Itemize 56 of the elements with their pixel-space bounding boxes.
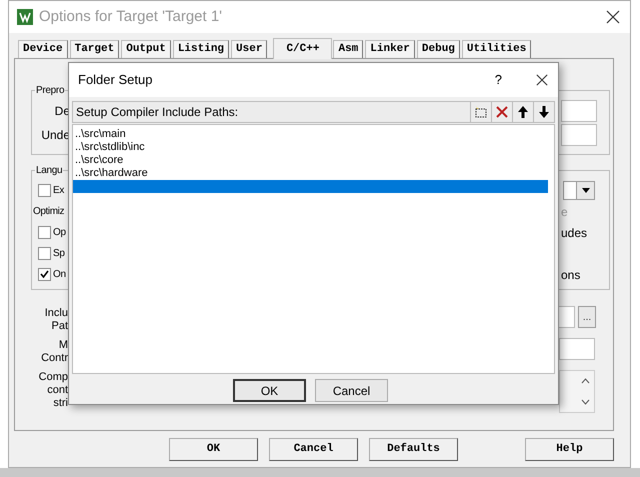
- field-label: cont: [47, 384, 68, 397]
- close-icon[interactable]: [606, 10, 620, 24]
- field-label: Contr: [41, 352, 68, 365]
- tab[interactable]: Device: [18, 40, 68, 58]
- option-label: udes: [561, 224, 588, 242]
- text-field[interactable]: [561, 100, 597, 122]
- text-field[interactable]: [558, 306, 575, 328]
- tab[interactable]: Debug: [416, 40, 460, 58]
- dialog-button[interactable]: Cancel: [269, 438, 358, 460]
- scroll-down-icon[interactable]: [581, 398, 590, 405]
- checkbox[interactable]: [38, 268, 51, 281]
- checkbox-label: Ex: [53, 184, 64, 198]
- checkbox-label: Op: [53, 226, 66, 240]
- checkbox[interactable]: [38, 184, 51, 197]
- dialog-button[interactable]: Defaults: [369, 438, 458, 460]
- list-item[interactable]: ..\src\main: [73, 128, 548, 141]
- list-item[interactable]: ..\src\stdlib\inc: [73, 141, 548, 154]
- tab[interactable]: Target: [70, 40, 120, 58]
- list-item[interactable]: ..\src\hardware: [73, 167, 548, 180]
- section-label: Optimiz: [33, 205, 64, 219]
- dialog-button[interactable]: OK: [233, 379, 306, 402]
- checkbox[interactable]: [38, 247, 51, 260]
- dialog-button[interactable]: OK: [169, 438, 258, 460]
- text-field[interactable]: [559, 338, 595, 360]
- field-label: Pat: [51, 320, 68, 333]
- option-label: e: [561, 204, 568, 220]
- tab[interactable]: User: [231, 40, 268, 58]
- tab[interactable]: Asm: [333, 40, 364, 58]
- help-title-button[interactable]: ?: [494, 70, 502, 90]
- field-label: stri: [53, 397, 68, 410]
- text-field[interactable]: [561, 124, 597, 146]
- dropdown[interactable]: [563, 181, 595, 200]
- field-label: Inclu: [44, 307, 68, 320]
- checkbox-label: On: [53, 268, 66, 282]
- tab[interactable]: Output: [121, 40, 171, 58]
- checkbox-label: Sp: [53, 247, 65, 261]
- tab[interactable]: Linker: [365, 40, 415, 58]
- option-label: ons: [561, 266, 580, 284]
- browse-button[interactable]: ...: [578, 306, 596, 328]
- field-label: M: [58, 339, 68, 352]
- dialog-button[interactable]: Cancel: [315, 379, 388, 402]
- tab[interactable]: C/C++: [273, 38, 332, 59]
- close-icon[interactable]: [536, 74, 548, 86]
- dialog-title: Folder Setup: [78, 71, 152, 90]
- checkbox[interactable]: [38, 226, 51, 239]
- scroll-up-icon[interactable]: [581, 378, 590, 384]
- list-item[interactable]: ..\src\core: [73, 154, 548, 167]
- field-label: Comp: [38, 371, 68, 384]
- group-label: Langu: [35, 164, 64, 177]
- tab[interactable]: Utilities: [462, 40, 532, 58]
- list-caption: Setup Compiler Include Paths:: [76, 104, 238, 121]
- help-button[interactable]: Help: [525, 438, 614, 460]
- group-label: Prepro: [35, 84, 66, 97]
- tab[interactable]: Listing: [172, 40, 230, 58]
- window-title: Options for Target 'Target 1': [39, 6, 222, 27]
- app-logo-icon: [17, 9, 33, 25]
